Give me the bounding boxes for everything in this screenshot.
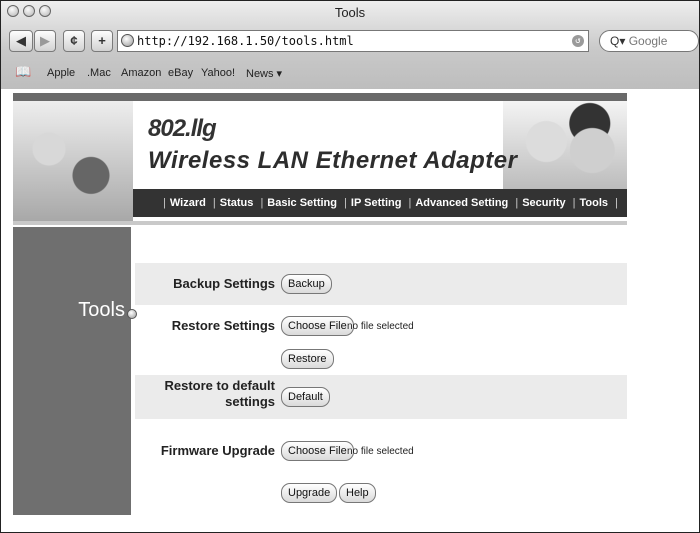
banner-divider bbox=[13, 221, 627, 225]
backup-button[interactable]: Backup bbox=[281, 274, 332, 294]
bookmark-apple[interactable]: Apple bbox=[47, 67, 75, 79]
banner-photo-right bbox=[503, 101, 627, 191]
add-bookmark-button[interactable]: + bbox=[91, 30, 113, 52]
sidebar: Tools bbox=[13, 227, 137, 515]
address-bar[interactable]: http://192.168.1.50/tools.html ↺ bbox=[117, 30, 589, 52]
browser-chrome: Tools ◀ ▶ ¢ + http://192.168.1.50/tools.… bbox=[1, 1, 699, 90]
nav-advanced-setting[interactable]: Advanced Setting bbox=[415, 197, 508, 209]
reload-button[interactable]: ¢ bbox=[63, 30, 85, 52]
nav-tools[interactable]: Tools bbox=[580, 197, 609, 209]
sidebar-section-title: Tools bbox=[78, 299, 125, 321]
forward-button[interactable]: ▶ bbox=[34, 30, 56, 52]
back-arrow-icon: ◀ bbox=[16, 33, 26, 48]
banner-stripe bbox=[13, 93, 627, 101]
bookmark-mac[interactable]: .Mac bbox=[87, 67, 111, 79]
default-label: Restore to default settings bbox=[164, 378, 275, 410]
header-banner: 802.llg Wireless LAN Ethernet Adapter | W… bbox=[13, 93, 627, 221]
forward-arrow-icon: ▶ bbox=[40, 33, 50, 48]
bookmark-amazon[interactable]: Amazon bbox=[121, 67, 161, 79]
bookmarks-bar: 📖 Apple .Mac Amazon eBay Yahoo! News ▾ bbox=[1, 61, 699, 85]
backup-label: Backup Settings bbox=[173, 276, 275, 291]
browser-window: Tools ◀ ▶ ¢ + http://192.168.1.50/tools.… bbox=[0, 0, 700, 533]
search-icon: Q▾ bbox=[610, 34, 626, 48]
product-name: Wireless LAN Ethernet Adapter bbox=[148, 147, 518, 174]
nav-wizard[interactable]: Wizard bbox=[170, 197, 206, 209]
bookmark-yahoo[interactable]: Yahoo! bbox=[201, 67, 235, 79]
page-content: 802.llg Wireless LAN Ethernet Adapter | W… bbox=[1, 89, 699, 532]
restore-file-status: no file selected bbox=[347, 321, 414, 332]
default-label-line2: settings bbox=[225, 394, 275, 409]
default-label-line1: Restore to default bbox=[164, 378, 275, 393]
main-nav: | Wizard | Status | Basic Setting | IP Setti… bbox=[133, 189, 627, 217]
reload-icon: ¢ bbox=[70, 33, 78, 48]
restore-choose-file-button[interactable]: Choose File bbox=[281, 316, 354, 336]
firmware-file-status: no file selected bbox=[347, 446, 414, 457]
title-bar: Tools bbox=[1, 1, 699, 23]
globe-icon bbox=[121, 34, 134, 47]
help-button[interactable]: Help bbox=[339, 483, 376, 503]
default-row: Restore to default settings Default bbox=[135, 375, 627, 419]
nav-basic-setting[interactable]: Basic Setting bbox=[267, 197, 337, 209]
restore-label: Restore Settings bbox=[171, 318, 275, 333]
backup-row: Backup Settings Backup bbox=[135, 263, 627, 305]
nav-security[interactable]: Security bbox=[522, 197, 565, 209]
firmware-row: Firmware Upgrade Choose File no file sel… bbox=[135, 423, 627, 513]
browser-toolbar: ◀ ▶ ¢ + http://192.168.1.50/tools.html ↺… bbox=[1, 27, 699, 57]
nav-ip-setting[interactable]: IP Setting bbox=[351, 197, 402, 209]
bookmarks-book-icon[interactable]: 📖 bbox=[15, 64, 31, 80]
restore-button[interactable]: Restore bbox=[281, 349, 334, 369]
url-text: http://192.168.1.50/tools.html bbox=[137, 34, 354, 48]
back-button[interactable]: ◀ bbox=[9, 30, 33, 52]
search-field[interactable]: Q▾ Google bbox=[599, 30, 699, 52]
model-name: 802.llg bbox=[148, 115, 217, 142]
upgrade-button[interactable]: Upgrade bbox=[281, 483, 338, 503]
search-placeholder: Google bbox=[628, 34, 668, 48]
restore-row: Restore Settings Choose File no file sel… bbox=[135, 309, 627, 371]
snapback-icon[interactable]: ↺ bbox=[572, 35, 584, 47]
window-title: Tools bbox=[334, 5, 366, 20]
bookmark-ebay[interactable]: eBay bbox=[168, 67, 193, 79]
bookmark-news[interactable]: News ▾ bbox=[246, 67, 282, 80]
firmware-choose-file-button[interactable]: Choose File bbox=[281, 441, 354, 461]
banner-photo-left bbox=[13, 101, 133, 221]
plus-icon: + bbox=[98, 33, 106, 48]
firmware-label: Firmware Upgrade bbox=[160, 443, 275, 458]
default-button[interactable]: Default bbox=[281, 387, 330, 407]
nav-status[interactable]: Status bbox=[220, 197, 254, 209]
